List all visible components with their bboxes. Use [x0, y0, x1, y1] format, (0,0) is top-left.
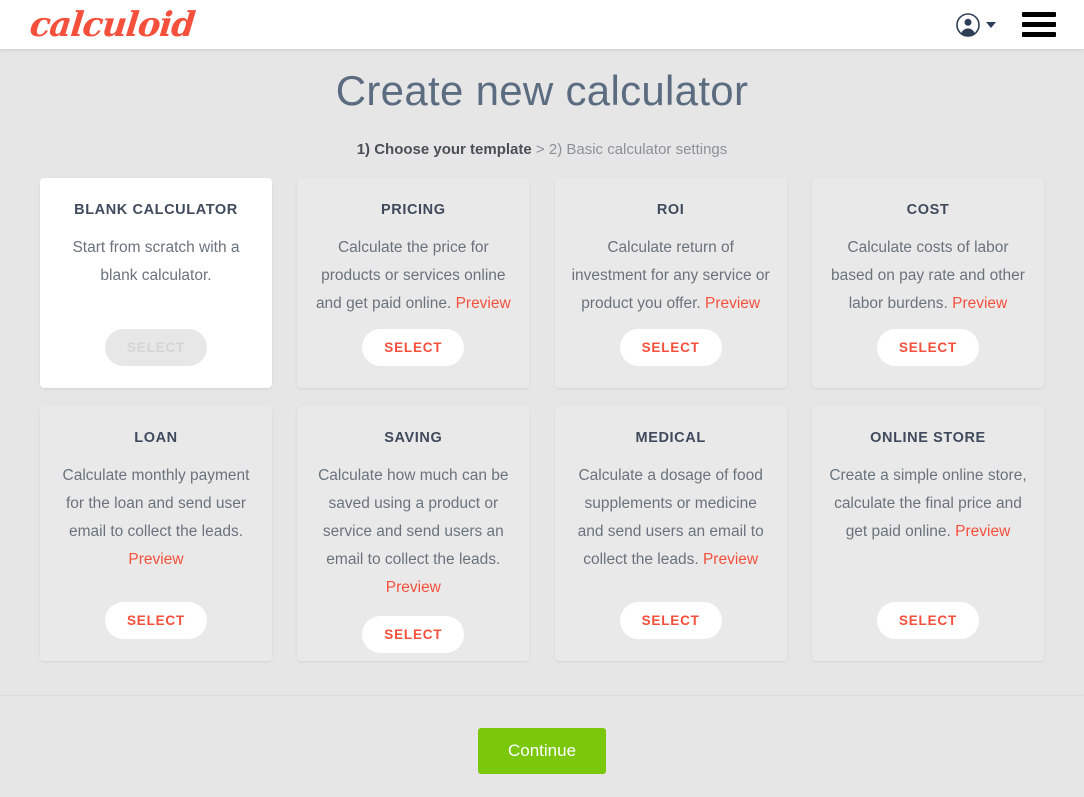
page-body: Create new calculator 1) Choose your tem… — [0, 49, 1084, 797]
template-card-title: SAVING — [384, 430, 443, 446]
template-card-description: Create a simple online store, calculate … — [828, 462, 1028, 588]
template-card[interactable]: ONLINE STORE Create a simple online store… — [811, 406, 1044, 661]
template-card-description-text: Calculate how much can be saved using a … — [318, 467, 509, 568]
chevron-down-icon — [986, 21, 996, 28]
template-select-button[interactable]: SELECT — [619, 602, 722, 639]
page-footer: Continue — [0, 696, 1084, 797]
template-card-description: Calculate costs of labor based on pay ra… — [828, 234, 1028, 319]
template-card-description: Calculate the price for products or serv… — [313, 234, 513, 319]
template-card-description: Calculate return of investment for any s… — [571, 234, 771, 319]
template-preview-link[interactable]: Preview — [705, 295, 760, 312]
user-menu-button[interactable] — [956, 12, 996, 37]
continue-button[interactable]: Continue — [477, 728, 607, 774]
breadcrumb: 1) Choose your template > 2) Basic calcu… — [0, 141, 1084, 158]
hamburger-bar — [1022, 32, 1056, 37]
breadcrumb-separator: > — [531, 141, 549, 158]
template-card[interactable]: SAVING Calculate how much can be saved us… — [297, 406, 530, 661]
template-card[interactable]: MEDICAL Calculate a dosage of food supple… — [554, 406, 787, 661]
template-card-description-text: Calculate monthly payment for the loan a… — [62, 467, 250, 540]
template-preview-link[interactable]: Preview — [128, 551, 183, 568]
template-select-button[interactable]: SELECT — [876, 329, 980, 366]
template-select-button[interactable]: SELECT — [104, 602, 208, 639]
template-card-title: PRICING — [381, 202, 446, 218]
template-preview-link[interactable]: Preview — [952, 295, 1007, 312]
hamburger-bar — [1022, 22, 1056, 27]
header-actions — [956, 12, 1056, 37]
template-select-button[interactable]: SELECT — [362, 616, 465, 653]
template-card-description: Start from scratch with a blank calculat… — [56, 234, 256, 319]
template-card-description: Calculate how much can be saved using a … — [313, 462, 513, 602]
template-preview-link[interactable]: Preview — [703, 551, 758, 568]
template-card-description: Calculate monthly payment for the loan a… — [56, 462, 256, 588]
template-select-button[interactable]: SELECT — [876, 602, 980, 639]
template-card[interactable]: BLANK CALCULATOR Start from scratch with … — [40, 178, 272, 388]
template-select-button[interactable]: SELECT — [362, 329, 465, 366]
app-header: calculoid — [0, 0, 1084, 49]
template-card[interactable]: ROI Calculate return of investment for an… — [554, 178, 787, 388]
brand-logo[interactable]: calculoid — [28, 5, 197, 45]
template-card[interactable]: COST Calculate costs of labor based on pa… — [811, 178, 1044, 388]
template-card-title: BLANK CALCULATOR — [74, 202, 238, 218]
breadcrumb-step-1[interactable]: 1) Choose your template — [357, 141, 532, 158]
template-card-description: Calculate a dosage of food supplements o… — [571, 462, 771, 588]
template-card-title: COST — [906, 202, 950, 218]
template-card-title: LOAN — [134, 430, 178, 446]
template-preview-link[interactable]: Preview — [955, 523, 1010, 540]
user-avatar-icon — [956, 12, 980, 37]
template-card-title: ONLINE STORE — [870, 430, 986, 446]
breadcrumb-step-2[interactable]: 2) Basic calculator settings — [549, 141, 727, 158]
template-select-button[interactable]: SELECT — [619, 329, 722, 366]
template-card-title: MEDICAL — [635, 430, 706, 446]
template-card[interactable]: LOAN Calculate monthly payment for the lo… — [40, 406, 272, 661]
template-card-description-text: Start from scratch with a blank calculat… — [72, 239, 240, 284]
template-preview-link[interactable]: Preview — [456, 295, 511, 312]
hamburger-menu-icon[interactable] — [1022, 12, 1056, 37]
template-select-button: SELECT — [104, 329, 208, 366]
template-preview-link[interactable]: Preview — [386, 579, 441, 596]
template-card[interactable]: PRICING Calculate the price for products … — [297, 178, 530, 388]
template-card-title: ROI — [656, 202, 685, 218]
page-title: Create new calculator — [335, 67, 749, 114]
hamburger-bar — [1022, 12, 1056, 17]
template-grid: BLANK CALCULATOR Start from scratch with … — [40, 178, 1044, 661]
